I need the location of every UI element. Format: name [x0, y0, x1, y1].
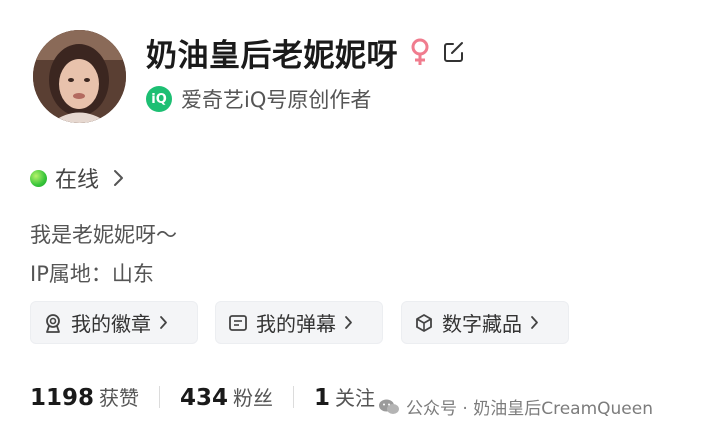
- female-gender-icon: [408, 37, 432, 67]
- online-status-label: 在线: [55, 168, 100, 193]
- chip-label: 我的徽章: [71, 312, 151, 336]
- stat-label: 获赞: [99, 386, 140, 410]
- ip-location: IP属地：山东: [30, 262, 154, 286]
- badge-icon: [43, 313, 63, 333]
- followers-stat[interactable]: 434 粉丝: [180, 382, 273, 411]
- certification-text: 爱奇艺iQ号原创作者: [181, 88, 372, 112]
- my-badges-button[interactable]: 我的徽章: [30, 301, 198, 344]
- chevron-right-icon: [159, 315, 168, 330]
- online-status[interactable]: 在线: [30, 162, 124, 194]
- stat-label: 粉丝: [233, 386, 274, 410]
- collectible-icon: [414, 313, 434, 333]
- watermark-text: 公众号 · 奶油皇后CreamQueen: [406, 399, 653, 419]
- profile-bio: 我是老妮妮呀～: [30, 223, 177, 247]
- stat-value: 434: [180, 385, 229, 411]
- divider: [293, 385, 295, 408]
- wechat-icon: [378, 398, 400, 416]
- avatar[interactable]: [33, 30, 126, 123]
- stat-value: 1: [314, 385, 331, 411]
- my-danmaku-button[interactable]: 我的弹幕: [215, 301, 383, 344]
- watermark: 公众号 · 奶油皇后CreamQueen: [378, 394, 653, 419]
- chevron-right-icon: [344, 315, 353, 330]
- avatar-image: [33, 30, 126, 123]
- danmaku-icon: [228, 313, 248, 333]
- name-row: 奶油皇后老妮妮呀: [146, 28, 466, 76]
- following-stat[interactable]: 1 关注: [314, 382, 375, 411]
- digital-collectibles-button[interactable]: 数字藏品: [401, 301, 569, 344]
- profile-name: 奶油皇后老妮妮呀: [146, 37, 398, 74]
- iqiyi-logo-icon: iQ: [146, 86, 172, 112]
- online-dot-icon: [30, 169, 47, 187]
- divider: [159, 385, 161, 408]
- chip-label: 数字藏品: [442, 312, 522, 336]
- certification-row: iQ 爱奇艺iQ号原创作者: [146, 84, 371, 114]
- profile-stats: 1198 获赞 434 粉丝 1 关注: [30, 382, 375, 411]
- chevron-right-icon: [113, 169, 124, 187]
- stat-label: 关注: [335, 386, 376, 410]
- chip-label: 我的弹幕: [256, 312, 336, 336]
- edit-icon[interactable]: [442, 40, 466, 64]
- likes-stat[interactable]: 1198 获赞: [30, 382, 139, 411]
- chevron-right-icon: [530, 315, 539, 330]
- stat-value: 1198: [30, 385, 95, 411]
